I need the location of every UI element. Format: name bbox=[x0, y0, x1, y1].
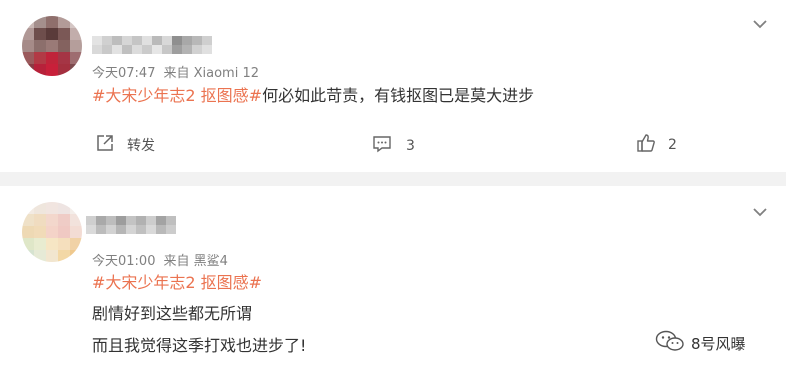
comment-source: 来自 Xiaomi 12 bbox=[163, 66, 259, 81]
comment-line: 剧情好到这些都无所谓 bbox=[92, 304, 253, 323]
username-blurred[interactable] bbox=[86, 216, 182, 234]
watermark: 8号风曝 bbox=[655, 330, 746, 356]
repost-icon bbox=[95, 133, 115, 157]
repost-label: 转发 bbox=[127, 138, 155, 154]
comment-line: 而且我觉得这季打戏也进步了! bbox=[92, 336, 307, 355]
repost-button[interactable]: 转发 bbox=[95, 133, 155, 157]
comment-meta: 今天01:00 来自 黑鲨4 bbox=[92, 250, 236, 269]
topic-link[interactable]: #大宋少年志2 抠图感# bbox=[92, 273, 262, 292]
divider bbox=[0, 172, 786, 186]
wechat-logo-icon bbox=[655, 330, 685, 356]
comment-card: 今天07:47 来自 Xiaomi 12 #大宋少年志2 抠图感#何必如此苛责，有… bbox=[0, 0, 786, 172]
comment-meta: 今天07:47 来自 Xiaomi 12 bbox=[92, 62, 267, 81]
comment-text: #大宋少年志2 抠图感#何必如此苛责，有钱抠图已是莫大进步 bbox=[92, 86, 534, 106]
chevron-down-icon[interactable] bbox=[750, 202, 770, 222]
comment-time: 今天01:00 bbox=[92, 254, 156, 269]
comment-icon bbox=[372, 134, 392, 158]
comment-body: 何必如此苛责，有钱抠图已是莫大进步 bbox=[262, 86, 535, 105]
comment-time: 今天07:47 bbox=[92, 66, 156, 81]
watermark-text: 8号风曝 bbox=[691, 334, 746, 353]
comment-button[interactable]: 3 bbox=[372, 134, 415, 158]
chevron-down-icon[interactable] bbox=[750, 14, 770, 34]
avatar[interactable] bbox=[22, 202, 82, 262]
thumbs-up-icon bbox=[636, 133, 656, 157]
username-blurred[interactable] bbox=[92, 36, 218, 54]
like-count: 2 bbox=[668, 137, 677, 153]
avatar[interactable] bbox=[22, 16, 82, 76]
comment-topic: #大宋少年志2 抠图感# bbox=[92, 273, 262, 293]
comment-source: 来自 黑鲨4 bbox=[163, 254, 228, 269]
topic-link[interactable]: #大宋少年志2 抠图感# bbox=[92, 86, 262, 105]
like-button[interactable]: 2 bbox=[636, 133, 677, 157]
comment-count: 3 bbox=[406, 138, 415, 154]
